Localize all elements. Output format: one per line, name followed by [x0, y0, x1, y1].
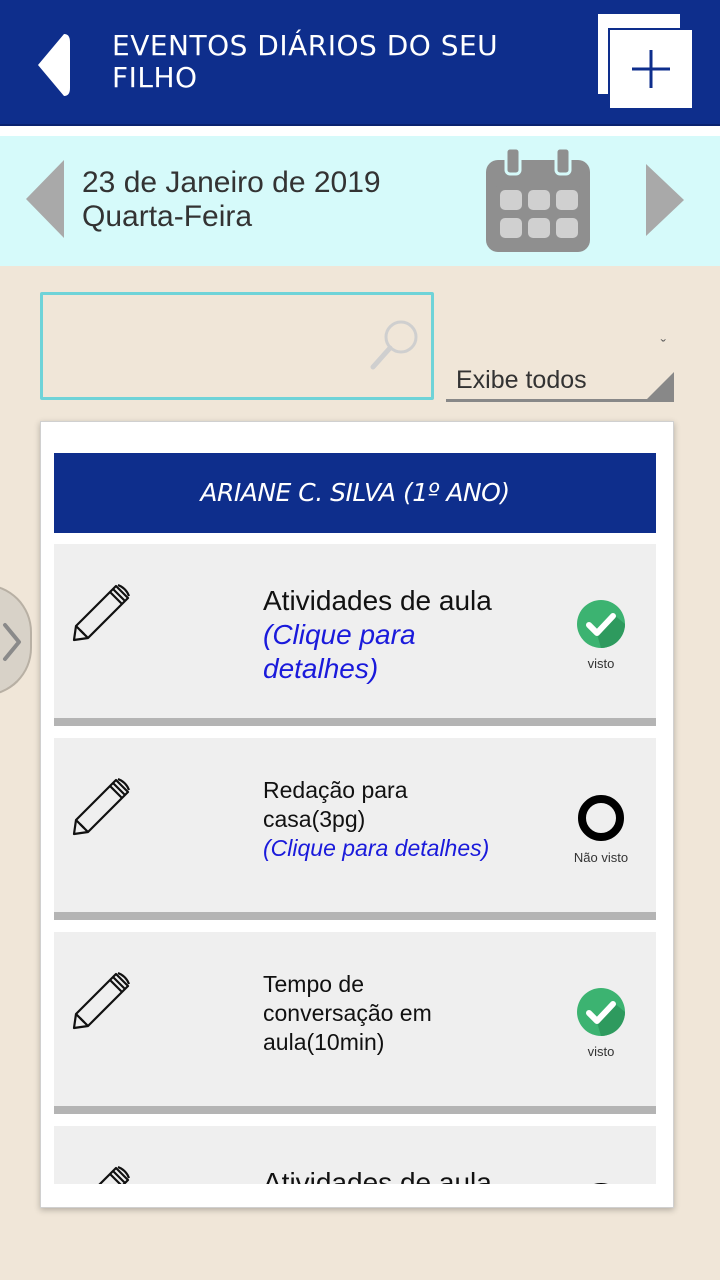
filter-selected-value: Exibe todos	[456, 366, 587, 394]
calendar-icon	[486, 146, 590, 252]
back-button[interactable]	[30, 30, 74, 100]
pencil-icon	[98, 1165, 131, 1184]
filter-dropdown[interactable]: ˇ Exibe todos	[446, 338, 674, 402]
event-item[interactable]: Atividades de aula (Clique para detalhes…	[54, 544, 656, 726]
event-title: Redação para casa(3pg)	[263, 777, 408, 832]
unseen-circle-icon	[578, 795, 624, 841]
student-name-header: ARIANE C. SILVA (1º ANO)	[54, 453, 656, 533]
check-circle-icon	[577, 600, 625, 648]
date-navigation-bar: 23 de Janeiro de 2019 Quarta-Feira	[0, 136, 720, 266]
event-title: Atividades de aula	[263, 585, 492, 616]
event-item[interactable]: Atividades de aula	[54, 1126, 656, 1184]
add-event-button[interactable]	[594, 10, 698, 114]
page-title: EVENTOS DIÁRIOS DO SEU FILHO	[112, 29, 499, 94]
chevron-right-icon	[3, 623, 21, 661]
calendar-button[interactable]	[484, 146, 594, 254]
status-indicator: Não visto	[559, 794, 643, 865]
dropdown-corner-icon	[644, 372, 674, 402]
side-drawer-handle[interactable]	[0, 584, 32, 696]
date-line: 23 de Janeiro de 2019	[82, 166, 381, 199]
pencil-icon	[72, 971, 131, 1030]
pencil-icon	[72, 777, 131, 836]
status-label: Não visto	[573, 850, 629, 865]
search-field[interactable]	[40, 292, 434, 400]
check-circle-icon	[577, 988, 625, 1036]
chevron-right-icon	[646, 164, 684, 236]
status-label: visto	[587, 1044, 615, 1059]
chevron-left-icon	[26, 160, 64, 238]
search-input[interactable]	[53, 305, 363, 385]
weekday-line: Quarta-Feira	[82, 200, 253, 233]
pencil-icon	[72, 583, 131, 642]
chevron-down-icon: ˇ	[660, 338, 666, 355]
event-list[interactable]: Atividades de aula (Clique para detalhes…	[54, 544, 656, 1184]
event-details-link[interactable]: (Clique para detalhes)	[263, 618, 533, 686]
event-item[interactable]: Redação para casa(3pg) (Clique para deta…	[54, 738, 656, 920]
next-day-button[interactable]	[642, 162, 686, 238]
status-label: visto	[587, 656, 615, 671]
current-date: 23 de Janeiro de 2019 Quarta-Feira	[82, 166, 381, 234]
previous-day-button[interactable]	[24, 158, 68, 240]
back-arrow-icon	[38, 34, 70, 96]
status-indicator	[559, 1182, 643, 1184]
status-indicator: visto	[559, 600, 643, 671]
event-title: Tempo de conversação em aula(10min)	[263, 971, 432, 1055]
event-title: Atividades de aula	[263, 1167, 492, 1184]
status-indicator: visto	[559, 988, 643, 1059]
unseen-circle-icon	[594, 1183, 608, 1184]
search-icon	[370, 320, 418, 370]
app-header: EVENTOS DIÁRIOS DO SEU FILHO	[0, 0, 720, 126]
event-item[interactable]: Tempo de conversação em aula(10min) vist…	[54, 932, 656, 1114]
events-card: ARIANE C. SILVA (1º ANO) Atividades de a…	[40, 421, 674, 1208]
plus-icon	[632, 50, 670, 88]
event-details-link[interactable]: (Clique para detalhes)	[263, 834, 543, 863]
